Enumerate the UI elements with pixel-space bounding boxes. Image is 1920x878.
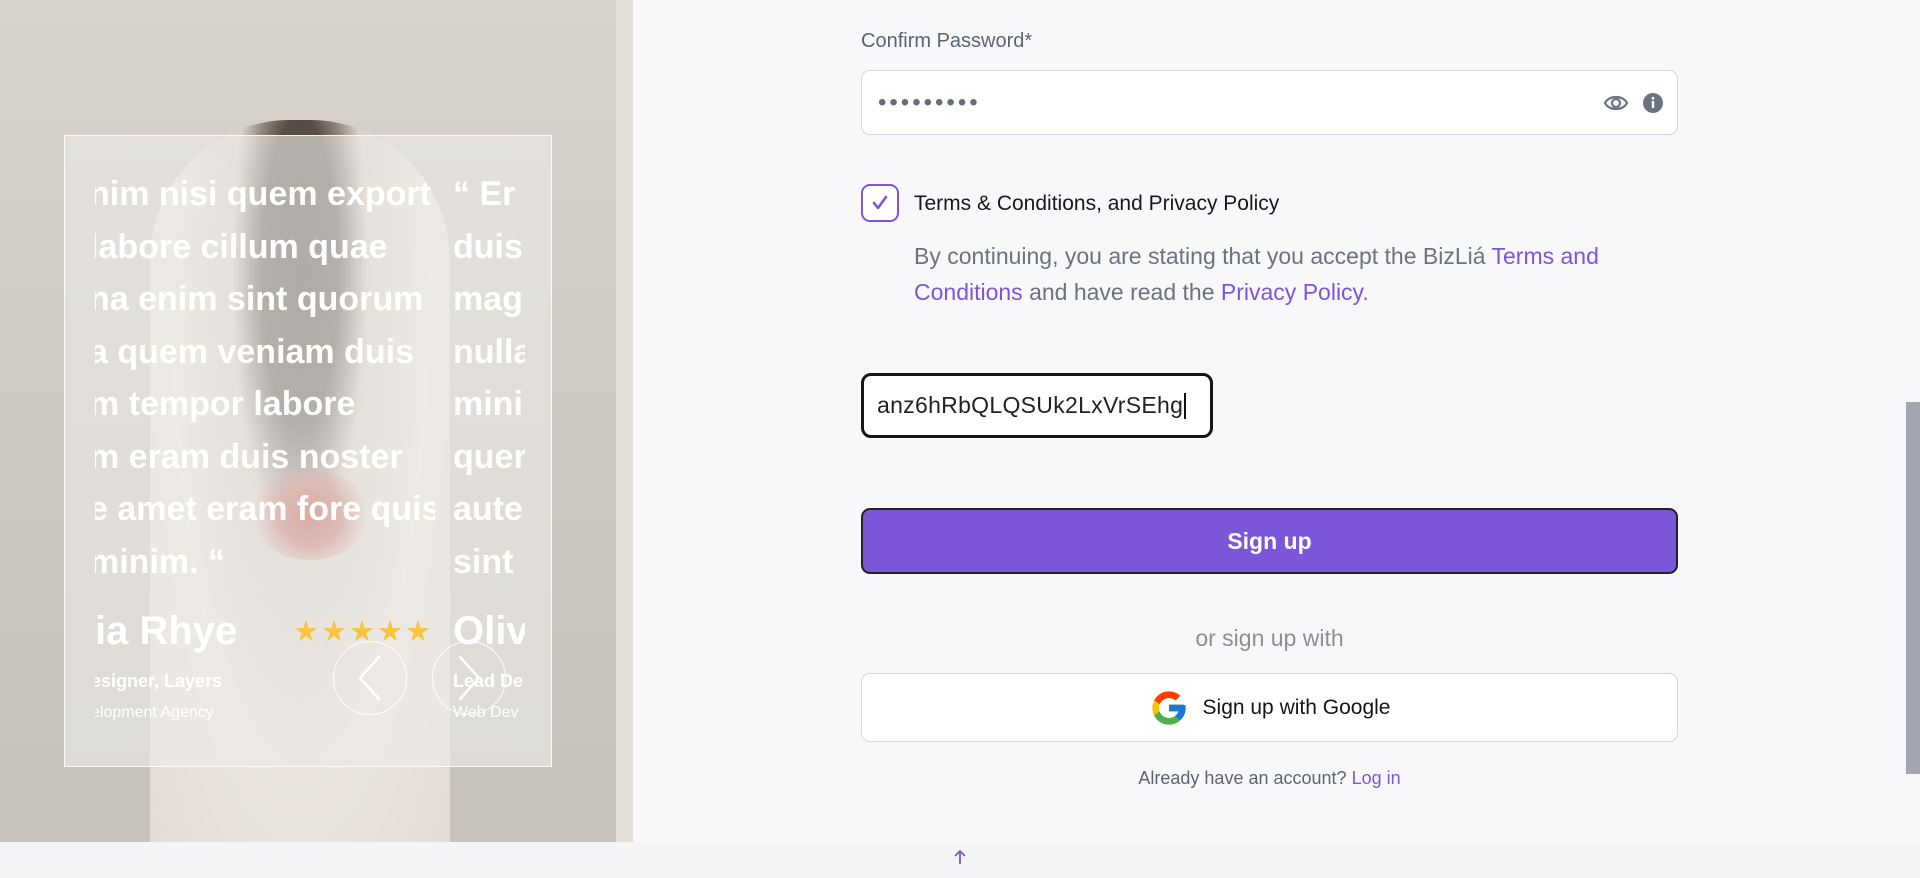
quote-line: minim. “ xyxy=(95,542,226,581)
privacy-policy-link[interactable]: Privacy Policy xyxy=(1221,279,1362,305)
scrollbar-thumb[interactable] xyxy=(1906,402,1920,774)
text-caret xyxy=(1184,392,1187,419)
testimonial-author-name: ia Rhye xyxy=(95,609,238,653)
testimonial-quote-next: “ Er duis mag nulla mini quer aute sint xyxy=(453,168,525,588)
quote-line: quer xyxy=(453,437,525,476)
login-link[interactable]: Log in xyxy=(1352,768,1401,788)
quote-line: a quem veniam duis xyxy=(95,332,414,371)
quote-line: na enim sint quorum xyxy=(95,280,424,318)
carousel-next-button[interactable] xyxy=(432,641,506,715)
google-signup-label: Sign up with Google xyxy=(1202,695,1391,719)
confirm-password-field[interactable]: ••••••••• xyxy=(861,70,1678,135)
testimonial-author-org: elopment Agency xyxy=(95,704,214,721)
quote-line: m eram duis noster xyxy=(95,437,403,476)
login-prompt: Already have an account? Log in xyxy=(861,768,1678,789)
check-icon xyxy=(872,195,888,210)
signup-button[interactable]: Sign up xyxy=(861,508,1678,574)
quote-line: “ Er xyxy=(453,175,516,213)
terms-middle: and have read the xyxy=(1022,279,1221,305)
confirm-password-value: ••••••••• xyxy=(878,88,981,116)
terms-description: By continuing, you are stating that you … xyxy=(914,238,1684,310)
login-prompt-text: Already have an account? xyxy=(1138,768,1347,788)
carousel-prev-button[interactable] xyxy=(333,641,407,715)
testimonial-card: nim nisi quem export labore cillum quae … xyxy=(64,135,552,767)
arrow-up-icon[interactable] xyxy=(953,849,967,870)
quote-line: labore cillum quae xyxy=(95,227,388,266)
arrow-up-glyph xyxy=(954,849,966,864)
captcha-value: anz6hRbQLQSUk2LxVrSEhg xyxy=(877,392,1184,418)
quote-line: e amet eram fore quis xyxy=(95,490,435,528)
terms-suffix: . xyxy=(1362,279,1369,305)
confirm-password-label: Confirm Password* xyxy=(861,30,1033,52)
google-signup-button[interactable]: Sign up with Google xyxy=(861,673,1678,742)
terms-prefix: By continuing, you are stating that you … xyxy=(914,243,1492,269)
captcha-input[interactable]: anz6hRbQLQSUk2LxVrSEhg xyxy=(861,373,1213,438)
quote-line: nulla xyxy=(453,332,525,371)
info-icon xyxy=(1643,93,1663,113)
quote-line: sint xyxy=(453,542,514,581)
quote-line: mag xyxy=(453,280,523,318)
terms-checkbox[interactable] xyxy=(861,184,899,222)
quote-line: mini xyxy=(453,385,523,423)
eye-icon[interactable] xyxy=(1603,90,1629,116)
hero-edge xyxy=(616,0,633,842)
hero-panel: nim nisi quem export labore cillum quae … xyxy=(0,0,633,842)
or-divider-text: or sign up with xyxy=(1195,625,1344,651)
chevron-left-icon xyxy=(358,655,381,701)
quote-line: nim nisi quem export xyxy=(95,175,431,213)
quote-line: aute xyxy=(453,490,523,528)
testimonial-quote: nim nisi quem export labore cillum quae … xyxy=(95,168,435,588)
chevron-right-icon xyxy=(458,655,481,701)
terms-checkbox-label: Terms & Conditions, and Privacy Policy xyxy=(914,192,1280,215)
testimonial-author-role: esigner, Layers xyxy=(95,671,223,691)
quote-line: duis xyxy=(453,227,523,266)
google-icon xyxy=(1151,690,1186,725)
quote-line: m tempor labore xyxy=(95,385,356,423)
